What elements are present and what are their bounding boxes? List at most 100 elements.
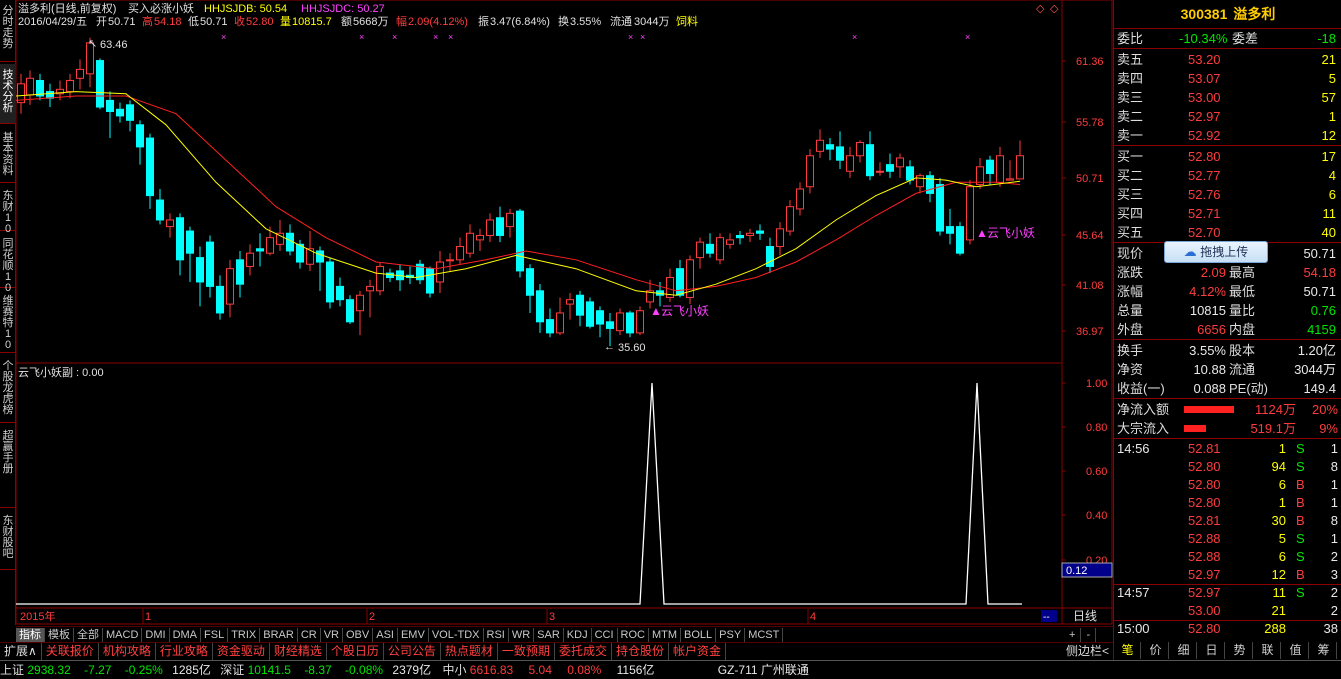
indicator-tab-mcst[interactable]: MCST [745,628,784,643]
candle-body [816,139,824,152]
func-button[interactable]: 关联报价 [42,643,99,660]
header-close_l: 收 [234,14,245,28]
indicator-tab-macd[interactable]: MACD [103,628,143,643]
candle-body [66,79,74,93]
func-button[interactable]: 持仓股份 [612,643,669,660]
indicator-tab-wr[interactable]: WR [509,628,535,643]
weibi-label: 委比 [1117,31,1144,46]
indicator-tab-vr[interactable]: VR [321,628,343,643]
function-bar: 扩展∧ 关联报价 机构攻略 行业攻略 资金驱动 财经精选 个股日历 公司公告 热点题材 一致预期委… [0,642,1113,660]
bid-row: 买一 52.80 17 [1114,147,1341,166]
sz-percent: -0.08% [345,663,384,677]
candle-body [866,144,874,177]
nav-item-6[interactable]: 个股龙虎榜 [0,355,16,423]
sub-indicator-line [16,382,1022,605]
cross-mark: × [448,32,453,42]
sz-amount: 2379亿 [392,663,432,677]
ask-volume: 5 [1328,71,1336,86]
tick-time: 14:57 [1117,585,1150,600]
tick-volume: 6 [1278,477,1286,492]
indicator-tab-dmi[interactable]: DMI [142,628,170,643]
period-label: 日线 [1073,609,1097,623]
indicator-tab-模板[interactable]: 模板 [45,628,74,643]
candle-body [856,141,864,157]
func-button[interactable]: 财经精选 [270,643,327,660]
indicator-tab-trix[interactable]: TRIX [228,628,261,643]
indicator-tab-boll[interactable]: BOLL [681,628,717,643]
func-button[interactable]: 一致预期 [498,643,555,660]
side-panel-toggle[interactable]: 侧边栏< [1062,643,1113,660]
candle-body [776,228,784,248]
tick-count: 2 [1330,585,1338,600]
candle-body [26,77,34,96]
nav-item-2[interactable]: 基本资料 [0,127,16,183]
indicator-tab-cci[interactable]: CCI [592,628,618,643]
ask-row: 卖三 53.00 57 [1114,88,1341,107]
indicator-tab-mtm[interactable]: MTM [649,628,682,643]
kline-svg[interactable]: ◇ ◇ 溢多利(日线,前复权) 买入必涨小妖 HHJSJDB: 50.54 HHJSJDC… [15,0,1113,625]
func-button[interactable]: 热点题材 [441,643,498,660]
indicator-tab-sar[interactable]: SAR [534,628,564,643]
indicator-tab-vol-tdx[interactable]: VOL-TDX [429,628,484,643]
indicator-tab-kdj[interactable]: KDJ [564,628,592,643]
indicator-bar: 指标 模板 全部 MACD DMI DMA FSL TRIX BRAR CR VR OBV ASI EMV… [16,626,1113,659]
indicator-tab-cr[interactable]: CR [298,628,321,643]
nav-item-1[interactable]: 技术分析 [0,64,16,124]
indicator-tab-brar[interactable]: BRAR [260,628,298,643]
indicator-tab-psy[interactable]: PSY [716,628,746,643]
candle-body [716,237,724,261]
func-button[interactable]: 资金驱动 [213,643,270,660]
candle-body [956,226,964,254]
stat-label: 净资 [1117,362,1144,377]
header-chg_l: 幅 [396,15,407,28]
indicator-tab-fsl[interactable]: FSL [201,628,229,643]
stat-value2: 1.20亿 [1297,343,1336,358]
stat-label2: 量比 [1229,303,1256,318]
candle-body [556,312,564,334]
indicator-tab-dma[interactable]: DMA [170,628,202,643]
zoom-control[interactable]: + [1064,628,1082,643]
tick-price: 52.80 [1188,495,1221,510]
ask-row: 卖四 53.07 5 [1114,69,1341,88]
nav-item-0[interactable]: 分时走势 [0,0,16,62]
candle-body [256,248,264,252]
candle-body [906,166,914,181]
candle-body [356,294,364,312]
func-button[interactable]: 帐户资金 [669,643,726,660]
ask-price: 52.97 [1188,109,1221,124]
nav-item-8[interactable]: 东财股吧 [0,510,16,570]
func-button[interactable]: 委托成交 [555,643,612,660]
candle-body [76,68,84,79]
indicator-tab-指标[interactable]: 指标 [16,628,45,643]
nav-item-4[interactable]: 同花顺10 [0,233,16,294]
cross-mark: × [640,32,645,42]
zx-index: 6616.83 [469,663,514,677]
candle-body [1006,178,1014,181]
indicator-tab-emv[interactable]: EMV [398,628,429,643]
func-button[interactable]: 公司公告 [384,643,441,660]
stat-value: 4.12% [1189,284,1226,299]
candle-body [96,60,104,108]
nav-item-7[interactable]: 超赢手册 [0,425,16,508]
func-button[interactable]: 机构攻略 [99,643,156,660]
candle-body [536,290,544,323]
tick-side: B [1296,513,1305,528]
stat-value: 3.55% [1189,343,1226,358]
indicator-tab-roc[interactable]: ROC [618,628,649,643]
tick-volume: 5 [1278,531,1286,546]
indicator-tab-asi[interactable]: ASI [373,628,398,643]
indicator-tab-rsi[interactable]: RSI [484,628,509,643]
func-button[interactable]: 个股日历 [327,643,384,660]
header-hj1: HHJSJDB: 50.54 [204,3,287,15]
zoom-control[interactable]: - [1081,628,1097,643]
nav-item-label: 基本资料 [2,132,14,177]
candle-body [46,91,54,99]
bid-volume: 4 [1328,168,1336,183]
kline-chart-area[interactable]: ◇ ◇ 溢多利(日线,前复权) 买入必涨小妖 HHJSJDB: 50.54 HHJSJDC… [15,0,1113,625]
nav-item-5[interactable]: 维赛特10 [0,290,16,353]
func-button[interactable]: 行业攻略 [156,643,213,660]
func-button[interactable]: 扩展∧ [0,643,42,660]
indicator-tab-全部[interactable]: 全部 [74,628,103,643]
indicator-tab-obv[interactable]: OBV [343,628,374,643]
nav-item-3[interactable]: 东财10 [0,185,16,235]
